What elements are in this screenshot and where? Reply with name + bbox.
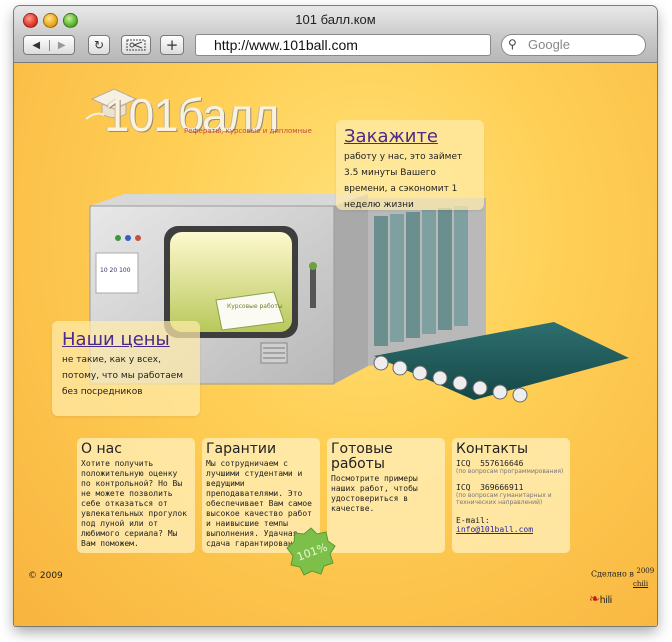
made-year: 2009 — [636, 567, 655, 575]
icq-note-1: (по вопросам программирования) — [456, 468, 564, 475]
about-card: О нас Хотите получить положительную оцен… — [77, 438, 195, 553]
reload-button[interactable]: ↻ — [88, 35, 110, 55]
machine-screen-label: Курсовые работы — [227, 303, 283, 310]
about-title[interactable]: О нас — [81, 442, 191, 457]
icq-number: 557616646 — [480, 459, 524, 468]
developer-link[interactable]: chili — [633, 580, 648, 588]
forward-button[interactable]: ▶ — [48, 39, 75, 51]
contacts-title: Контакты — [456, 441, 529, 457]
scissors-icon — [126, 39, 146, 51]
site-tagline: Рефераты, курсовые и дипломные — [184, 127, 312, 135]
browser-window: 101 балл.ком ◀ ▶ ↻ + http://www.101ball.… — [14, 6, 657, 626]
nav-back-forward: ◀ ▶ — [23, 35, 75, 55]
order-description: работу у нас, это займет 3.5 минуты Ваше… — [344, 152, 463, 210]
developer-logo[interactable]: ❧hili — [589, 591, 612, 607]
window-title: 101 балл.ком — [295, 12, 376, 27]
address-bar[interactable]: http://www.101ball.com — [195, 34, 491, 56]
made-in-label: Сделано в — [591, 569, 634, 579]
machine-panel-label: 10 20 100 — [100, 267, 131, 274]
prices-link[interactable]: Наши цены — [62, 329, 190, 350]
icq-number: 369666911 — [480, 483, 524, 492]
seal-badge-icon: 101% — [286, 527, 336, 576]
icq-row-2: ICQ 369666911 — [456, 483, 566, 492]
developer-logo-text: hili — [599, 595, 613, 606]
ready-works-text: Посмотрите примеры наших работ, чтобы уд… — [331, 474, 418, 513]
email-label: E-mail: — [456, 516, 490, 525]
prices-callout: Наши цены не такие, как у всех, потому, … — [52, 321, 200, 416]
ready-works-title[interactable]: Готовые работы — [331, 442, 441, 472]
icq-note-2: (по вопросам гуманитарных и технических … — [456, 492, 552, 506]
icq-row-1: ICQ 557616646 — [456, 459, 566, 468]
order-link[interactable]: Закажите — [344, 126, 476, 147]
email-link[interactable]: info@101ball.com — [456, 525, 533, 534]
back-button[interactable]: ◀ — [24, 40, 49, 51]
add-bookmark-button[interactable]: + — [160, 35, 184, 55]
order-callout: Закажите работу у нас, это займет 3.5 ми… — [336, 120, 484, 210]
icq-label: ICQ — [456, 483, 471, 492]
title-bar: 101 балл.ком ◀ ▶ ↻ + http://www.101ball.… — [14, 6, 657, 63]
made-in: Сделано в 2009 chili — [591, 567, 654, 588]
about-text: Хотите получить положительную оценку по … — [81, 459, 187, 548]
chili-pepper-icon: ❧ — [589, 591, 600, 606]
prices-description: не такие, как у всех, потому, что мы раб… — [62, 355, 184, 397]
guarantees-title[interactable]: Гарантии — [206, 442, 316, 457]
icq-label: ICQ — [456, 459, 471, 468]
email-row: E-mail: info@101ball.com — [456, 516, 566, 534]
contacts-card: Контакты ICQ 557616646 (по вопросам прог… — [452, 438, 570, 553]
page-content: 101балл Рефераты, курсовые и дипломные К… — [14, 63, 657, 626]
search-field[interactable]: ⚲ Google — [501, 34, 646, 56]
ready-works-card: Готовые работы Посмотрите примеры наших … — [327, 438, 445, 553]
copyright: © 2009 — [28, 571, 63, 581]
search-placeholder: Google — [528, 37, 570, 52]
snippet-button[interactable] — [121, 35, 151, 55]
search-icon: ⚲ — [508, 37, 517, 51]
